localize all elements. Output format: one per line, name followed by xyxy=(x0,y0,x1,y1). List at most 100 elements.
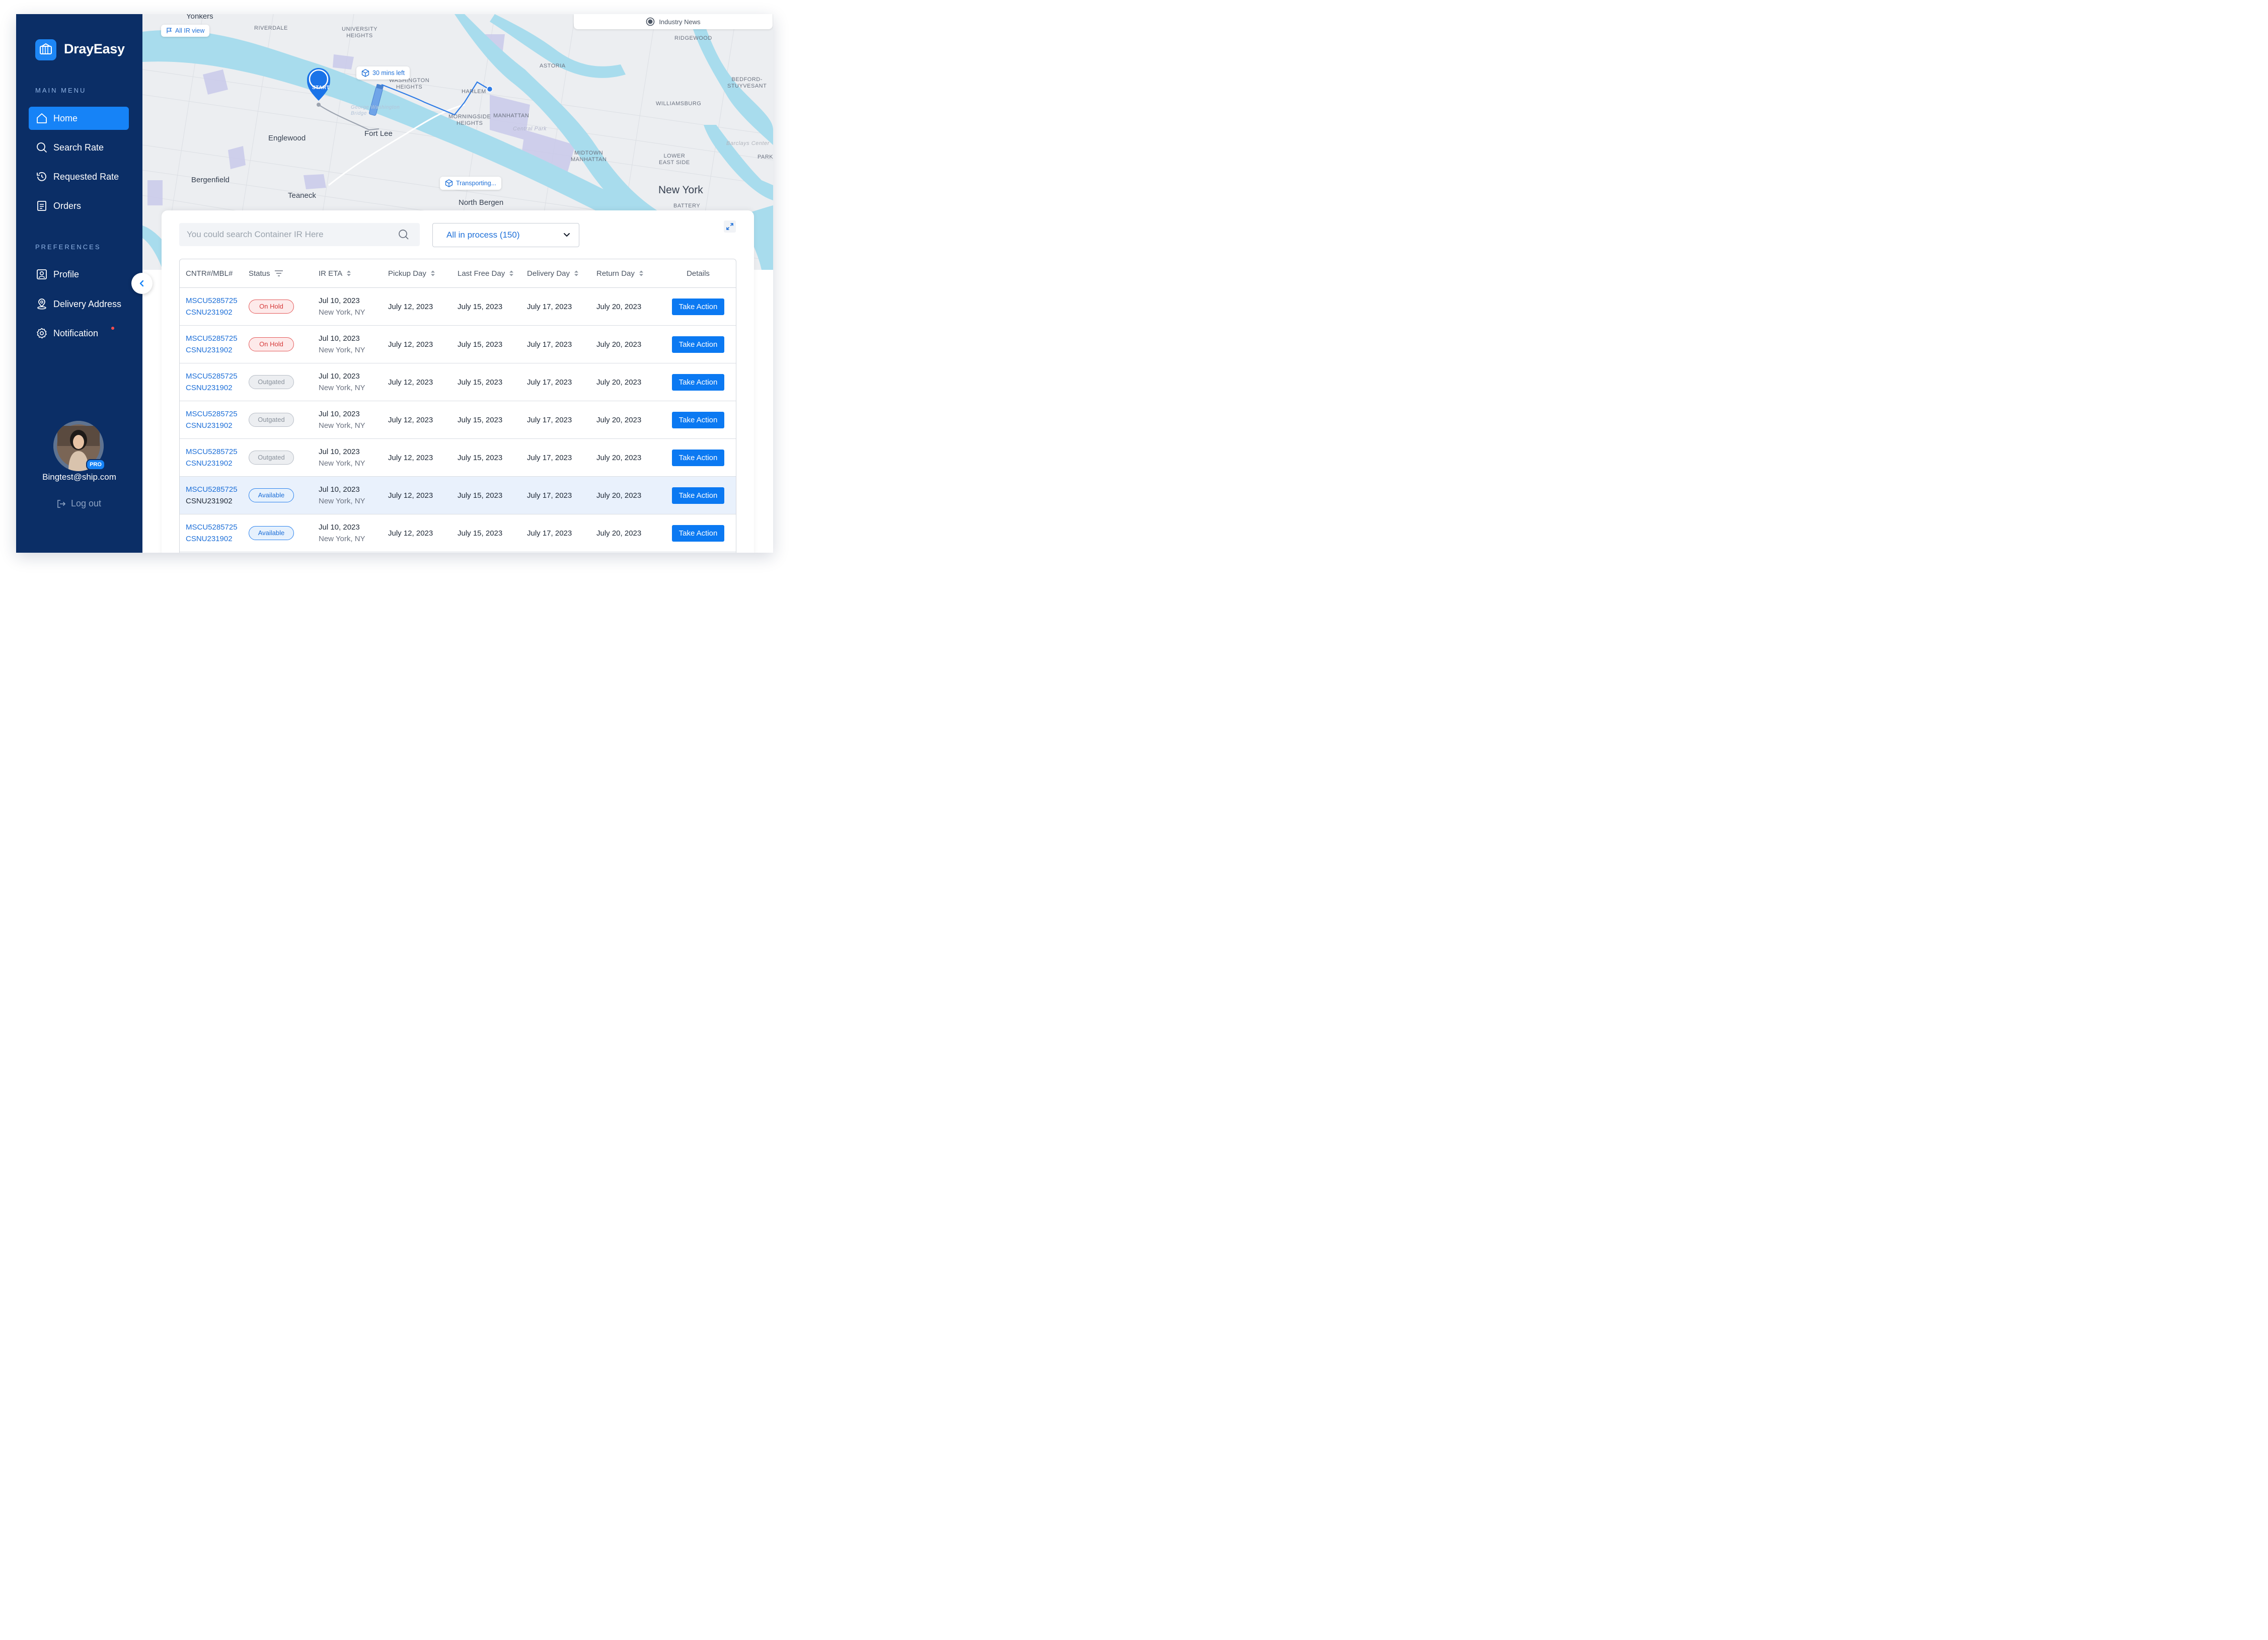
mbl-number-link[interactable]: CSNU231902 xyxy=(186,344,243,356)
container-number-link[interactable]: MSCU5285725 xyxy=(186,521,243,533)
container-number-link[interactable]: MSCU5285725 xyxy=(186,370,243,382)
take-action-button[interactable]: Take Action xyxy=(672,411,724,428)
nav-item-requested-rate[interactable]: Requested Rate xyxy=(29,165,129,188)
col-header-status[interactable]: Status xyxy=(243,259,312,288)
eta-place: New York, NY xyxy=(319,384,365,392)
nav-item-delivery-address[interactable]: Delivery Address xyxy=(29,292,129,316)
map-label-ridgewood: RIDGEWOOD xyxy=(674,35,712,41)
map-label-battery: BATTERY xyxy=(673,203,701,209)
mbl-number-link[interactable]: CSNU231902 xyxy=(186,307,243,318)
expand-button[interactable] xyxy=(724,220,736,233)
mbl-number-link[interactable]: CSNU231902 xyxy=(186,382,243,394)
take-action-button[interactable]: Take Action xyxy=(672,487,724,504)
logout-button[interactable]: Log out xyxy=(56,498,101,509)
eta-place: New York, NY xyxy=(319,346,365,354)
sort-icon[interactable] xyxy=(639,270,644,277)
mbl-number-link[interactable]: CSNU231902 xyxy=(186,495,243,507)
search-icon[interactable] xyxy=(398,229,410,243)
eta-date: Jul 10, 2023 xyxy=(319,523,360,532)
sort-icon[interactable] xyxy=(574,270,579,277)
nav-item-profile[interactable]: Profile xyxy=(29,263,129,286)
table-row: MSCU5285725 CSNU231902 Available Jul 10,… xyxy=(180,476,736,514)
eta-place: New York, NY xyxy=(319,535,365,543)
take-action-button[interactable]: Take Action xyxy=(672,525,724,542)
pickup-day-cell: July 12, 2023 xyxy=(382,325,451,363)
col-header-return-day[interactable]: Return Day xyxy=(590,259,660,288)
table-header-row: CNTR#/MBL# Status IR ETA Pickup Day Last… xyxy=(180,259,736,288)
container-number-link[interactable]: MSCU5285725 xyxy=(186,295,243,307)
container-number-link[interactable]: MSCU5285725 xyxy=(186,446,243,458)
map-label-central-park: Central Park xyxy=(513,126,547,132)
take-action-button[interactable]: Take Action xyxy=(672,298,724,315)
industry-news-toggle[interactable]: Industry News xyxy=(574,14,773,29)
eta-date: Jul 10, 2023 xyxy=(319,334,360,343)
nav-item-search-rate[interactable]: Search Rate xyxy=(29,136,129,159)
last-free-day-cell: July 15, 2023 xyxy=(451,287,520,326)
col-header-delivery-day[interactable]: Delivery Day xyxy=(520,259,590,288)
take-action-button[interactable]: Take Action xyxy=(672,336,724,353)
status-badge: On Hold xyxy=(249,300,294,314)
return-day-cell: July 20, 2023 xyxy=(590,401,660,439)
delivery-day-cell: July 17, 2023 xyxy=(520,476,590,514)
eta-chip-label: 30 mins left xyxy=(372,69,405,77)
status-cell: On Hold xyxy=(243,287,312,326)
last-free-day-cell: July 15, 2023 xyxy=(451,514,520,552)
col-header-last-free-day[interactable]: Last Free Day xyxy=(451,259,520,288)
mbl-number-link[interactable]: CSNU231902 xyxy=(186,420,243,431)
search-box[interactable] xyxy=(179,223,420,246)
pickup-day-cell: July 12, 2023 xyxy=(382,363,451,401)
delivery-day-cell: July 17, 2023 xyxy=(520,325,590,363)
cntr-cell: MSCU5285725 CSNU231902 xyxy=(180,401,243,439)
nav-item-notification[interactable]: Notification xyxy=(29,322,129,345)
box-icon xyxy=(445,179,453,187)
expand-icon xyxy=(726,222,734,231)
sort-icon[interactable] xyxy=(346,270,351,277)
notification-dot xyxy=(111,327,114,330)
container-number-link[interactable]: MSCU5285725 xyxy=(186,408,243,420)
pickup-day-cell: July 12, 2023 xyxy=(382,514,451,552)
details-cell: Take Action xyxy=(660,438,736,477)
status-badge: Outgated xyxy=(249,413,294,427)
cntr-cell: MSCU5285725 CSNU231902 xyxy=(180,476,243,514)
search-input[interactable] xyxy=(186,229,394,240)
collapse-sidebar-button[interactable] xyxy=(131,273,153,294)
status-cell: Outgated xyxy=(243,438,312,477)
map-label-new-york: New York xyxy=(658,184,703,196)
ir-eta-cell: Jul 10, 2023 New York, NY xyxy=(312,514,382,552)
pickup-day-cell: July 12, 2023 xyxy=(382,287,451,326)
container-number-link[interactable]: MSCU5285725 xyxy=(186,333,243,344)
col-header-ir-eta[interactable]: IR ETA xyxy=(312,259,382,288)
all-ir-view-button[interactable]: All IR view xyxy=(161,25,210,37)
container-number-link[interactable]: MSCU5285725 xyxy=(186,484,243,495)
nav-item-home[interactable]: Home xyxy=(29,107,129,130)
eta-place: New York, NY xyxy=(319,308,365,317)
app-name: DrayEasy xyxy=(64,41,125,56)
eta-place: New York, NY xyxy=(319,459,365,468)
table-row: MSCU5285725 CSNU231902 Outgated Jul 10, … xyxy=(180,363,736,401)
logout-label: Log out xyxy=(71,498,102,508)
ir-eta-cell: Jul 10, 2023 New York, NY xyxy=(312,438,382,477)
take-action-button[interactable]: Take Action xyxy=(672,449,724,466)
last-free-day-cell: July 15, 2023 xyxy=(451,401,520,439)
ir-eta-cell: Jul 10, 2023 New York, NY xyxy=(312,401,382,439)
sort-icon[interactable] xyxy=(430,270,435,277)
status-badge: Outgated xyxy=(249,375,294,389)
mbl-number-link[interactable]: CSNU231902 xyxy=(186,533,243,545)
table-row: MSCU5285725 CSNU231902 Outgated Jul 10, … xyxy=(180,438,736,477)
details-cell: Take Action xyxy=(660,476,736,514)
eta-date: Jul 10, 2023 xyxy=(319,410,360,418)
pickup-day-cell: July 12, 2023 xyxy=(382,438,451,477)
box-icon xyxy=(361,69,369,77)
details-cell: Take Action xyxy=(660,325,736,363)
ir-eta-cell: Jul 10, 2023 New York, NY xyxy=(312,476,382,514)
status-badge: On Hold xyxy=(249,337,294,351)
cntr-cell: MSCU5285725 CSNU231902 xyxy=(180,514,243,552)
take-action-button[interactable]: Take Action xyxy=(672,374,724,391)
map-label-fort-lee: Fort Lee xyxy=(364,129,393,138)
nav-item-orders[interactable]: Orders xyxy=(29,194,129,217)
status-filter-select[interactable]: All in process (150) xyxy=(432,223,579,247)
col-header-pickup-day[interactable]: Pickup Day xyxy=(382,259,451,288)
sort-icon[interactable] xyxy=(509,270,514,277)
filter-icon[interactable] xyxy=(274,270,283,277)
mbl-number-link[interactable]: CSNU231902 xyxy=(186,458,243,469)
